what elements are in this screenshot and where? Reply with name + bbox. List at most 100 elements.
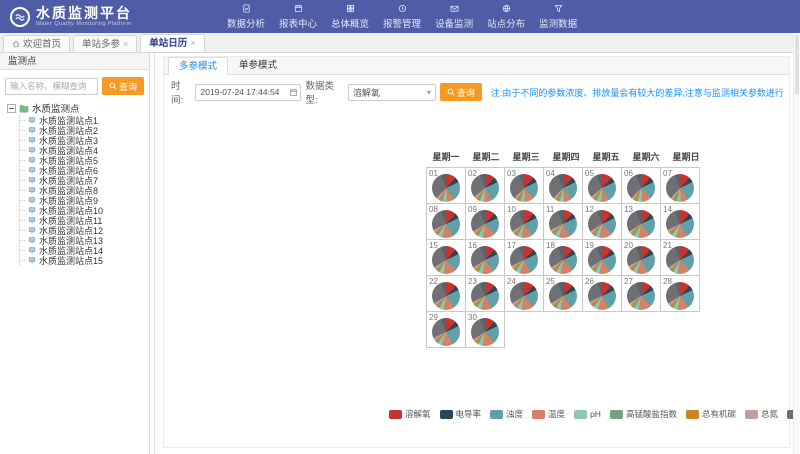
search-icon (109, 82, 117, 90)
nav-item[interactable]: 设备监测 (432, 4, 476, 30)
day-number: 09 (468, 205, 477, 214)
legend-label: 电导率 (456, 408, 482, 420)
legend-item[interactable]: pH (574, 409, 601, 419)
tree-root-node[interactable]: 水质监测点 (7, 102, 149, 114)
day-number: 13 (624, 205, 633, 214)
calendar-day-cell: 09 (465, 203, 505, 240)
calendar-day-cell: 23 (465, 275, 505, 312)
day-number: 20 (624, 241, 633, 250)
day-number: 01 (429, 169, 438, 178)
calendar-day-cell: 12 (582, 203, 622, 240)
nav-item[interactable]: 站点分布 (484, 4, 528, 30)
close-icon[interactable]: × (190, 36, 195, 51)
overview-grid-icon (346, 4, 355, 14)
day-pie-chart (627, 246, 655, 274)
legend-item[interactable]: 溶解氧 (389, 408, 431, 420)
legend-item[interactable]: 总氮 (745, 408, 778, 420)
scrollbar[interactable] (793, 33, 800, 454)
calendar-day-cell: 01 (426, 167, 466, 204)
calendar-day-cell: 18 (543, 239, 583, 276)
page-tab[interactable]: 单站日历× (140, 34, 204, 52)
page-tab[interactable]: 单站多参× (73, 35, 137, 52)
station-label: 水质监测站点15 (39, 254, 103, 267)
station-search-button[interactable]: 查询 (102, 77, 144, 95)
weekday-label: 星期四 (546, 150, 586, 163)
nav-item[interactable]: 监测数据 (536, 4, 580, 30)
legend-item[interactable]: 电导率 (440, 408, 482, 420)
calendar-day-cell: 11 (543, 203, 583, 240)
datetime-input[interactable] (195, 84, 301, 101)
nav-item[interactable]: 报表中心 (276, 4, 320, 30)
legend-label: 总有机碳 (702, 408, 736, 420)
day-pie-chart (549, 210, 577, 238)
legend-swatch (574, 410, 587, 419)
query-button[interactable]: 查询 (440, 83, 482, 101)
mode-tab[interactable]: 单参模式 (228, 56, 288, 74)
calendar-row: 2930 (426, 311, 706, 348)
day-number: 26 (585, 277, 594, 286)
calendar-day-cell: 04 (543, 167, 583, 204)
app-subtitle: Water Quality Monitoring Platform (36, 22, 132, 28)
nav-item[interactable]: 报警管理 (380, 4, 424, 30)
calendar-row: 01020304050607 (426, 167, 706, 204)
day-pie-chart (666, 174, 694, 202)
close-icon[interactable]: × (123, 37, 128, 52)
nav-item[interactable]: 总体概览 (328, 4, 372, 30)
calendar-day-cell: 10 (504, 203, 544, 240)
logo-icon (10, 7, 30, 27)
mode-tab[interactable]: 多参模式 (168, 57, 228, 75)
station-icon (28, 166, 36, 174)
legend-swatch (745, 410, 758, 419)
legend-item[interactable]: 浊度 (490, 408, 523, 420)
day-pie-chart (471, 246, 499, 274)
day-number: 10 (507, 205, 516, 214)
nav-item[interactable]: 数据分析 (224, 4, 268, 30)
day-pie-chart (666, 246, 694, 274)
legend-swatch (610, 410, 623, 419)
legend-item[interactable]: 温度 (532, 408, 565, 420)
legend-item[interactable]: 总有机碳 (686, 408, 736, 420)
station-tree-item[interactable]: 水质监测站点15 (20, 255, 149, 265)
legend-label: 总氮 (761, 408, 778, 420)
scrollbar-thumb[interactable] (795, 35, 799, 95)
day-number: 28 (663, 277, 672, 286)
calendar-day-cell: 05 (582, 167, 622, 204)
page-tab[interactable]: 欢迎首页 (3, 35, 70, 52)
legend-item[interactable]: 高锰酸盐指数 (610, 408, 677, 420)
app-logo: 水质监测平台 Water Quality Monitoring Platform (10, 6, 132, 28)
day-pie-chart (627, 174, 655, 202)
main-content: 多参模式单参模式 时间: 数据类型: 溶解氧 ▾ (155, 53, 800, 454)
collapse-icon[interactable] (7, 104, 16, 113)
day-pie-chart (588, 210, 616, 238)
page-tab-label: 单站日历 (149, 36, 187, 51)
station-icon (28, 116, 36, 124)
station-icon (28, 186, 36, 194)
weekday-label: 星期三 (506, 150, 546, 163)
calendar-picker-icon[interactable] (289, 88, 298, 97)
sidebar-title: 监测点 (0, 53, 149, 70)
weekday-label: 星期六 (626, 150, 666, 163)
station-search-input[interactable] (5, 78, 98, 95)
query-toolbar: 时间: 数据类型: 溶解氧 ▾ (171, 82, 785, 102)
station-icon (28, 126, 36, 134)
day-number: 05 (585, 169, 594, 178)
top-nav: 数据分析报表中心总体概览报警管理设备监测站点分布监测数据 (224, 4, 580, 30)
day-number: 11 (546, 205, 554, 214)
day-number: 06 (624, 169, 633, 178)
station-tree: 水质监测点 水质监测站点1水质监测站点2水质监测站点3水质监测站点4水质监测站点… (0, 100, 149, 265)
nav-item-label: 数据分析 (227, 16, 265, 30)
calendar-grid: 0102030405060708091011121314151617181920… (426, 167, 706, 348)
legend-label: pH (590, 409, 601, 419)
calendar-row: 08091011121314 (426, 203, 706, 240)
day-pie-chart (588, 246, 616, 274)
calendar-day-cell: 17 (504, 239, 544, 276)
day-pie-chart (666, 282, 694, 310)
legend-label: 温度 (548, 408, 565, 420)
mode-tab-bar: 多参模式单参模式 (164, 57, 789, 75)
weekday-header-row: 星期一星期二星期三星期四星期五星期六星期日 (426, 150, 706, 163)
data-type-select[interactable]: 溶解氧 ▾ (348, 84, 436, 101)
calendar-day-cell: 19 (582, 239, 622, 276)
legend-label: 高锰酸盐指数 (626, 408, 677, 420)
nav-item-label: 报表中心 (279, 16, 317, 30)
day-number: 27 (624, 277, 633, 286)
